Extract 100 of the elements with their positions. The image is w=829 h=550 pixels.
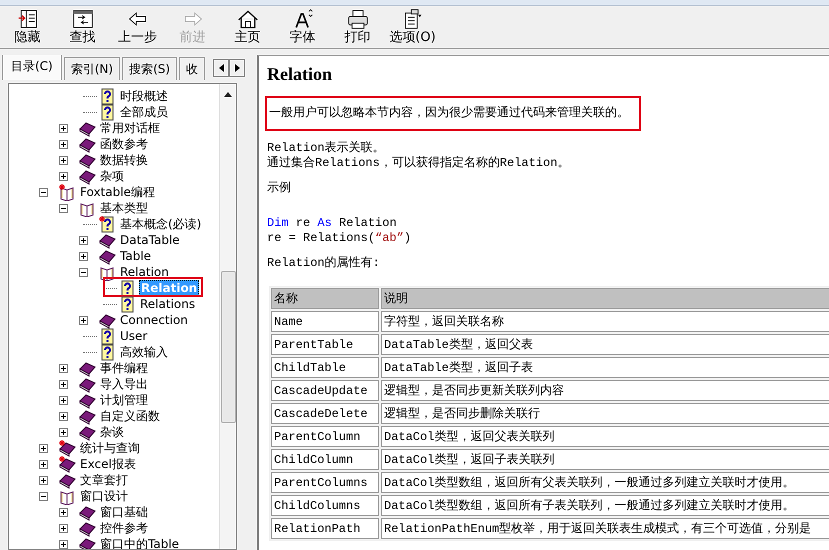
tree-item[interactable]: 事件编程 [99,361,149,375]
scroll-up-icon[interactable] [224,92,232,97]
toolbar-button[interactable]: 主页 [220,6,275,48]
section-heading: Relation的属性有: [267,256,381,271]
expand-icon[interactable] [59,140,68,148]
closed-book-icon [99,248,116,264]
tree-item[interactable]: 统计与查询 [79,441,141,455]
expand-icon[interactable] [59,172,68,180]
expand-icon[interactable] [59,124,68,132]
expand-icon[interactable] [79,236,88,244]
code-line: Dim re As Relation [267,216,398,231]
tree-item[interactable]: Excel报表 [79,457,137,471]
expand-icon[interactable] [59,364,68,372]
tree-item[interactable]: Foxtable编程 [79,185,156,199]
table-cell: ChildColumns [271,495,379,516]
tree-item[interactable]: 文章套打 [79,473,129,487]
tab-scroll-right-button[interactable] [229,59,245,77]
note-text: 一般用户可以忽略本节内容，因为很少需要通过代码来管理关联的。 [265,96,641,131]
closed-book-icon [79,424,96,440]
closed-book-icon [79,408,96,424]
help-page-icon [99,88,116,104]
tree-item[interactable]: 常用对话框 [99,121,161,135]
code-line: re = Relations(“ab”) [267,231,412,246]
tab[interactable]: 目录(C) [2,55,62,80]
collapse-icon[interactable] [39,492,48,500]
expand-icon[interactable] [59,412,68,420]
help-page-icon [119,296,136,312]
expand-icon[interactable] [39,476,48,484]
tree-item[interactable]: 控件参考 [99,521,149,535]
help-page-icon [119,280,136,296]
scroll-thumb[interactable] [220,271,236,423]
expand-icon[interactable] [59,428,68,436]
tree-item[interactable]: Connection [119,313,189,327]
tab[interactable]: 收 [179,57,206,80]
closed-book-icon [59,472,76,488]
tree-item[interactable]: 时段概述 [119,89,169,103]
toolbar-button[interactable]: 隐藏 [0,6,55,48]
closed-book-icon [79,504,96,520]
closed-book-icon [99,312,116,328]
tab[interactable]: 索引(N) [64,57,120,80]
table-cell: DataCol类型，返回父表关联列 [381,426,829,447]
expand-icon[interactable] [59,540,68,548]
tree-item[interactable]: Relations [139,297,196,311]
tree-item[interactable]: 高效输入 [119,345,169,359]
table-cell: ParentColumns [271,472,379,493]
right-triangle-icon [234,64,240,72]
closed-book-icon [99,232,116,248]
expand-icon[interactable] [39,460,48,468]
tree-item[interactable]: 函数参考 [99,137,149,151]
tree-item[interactable]: DataTable [119,233,181,247]
closed-book-icon [79,136,96,152]
table-cell: RelationPath [271,518,379,539]
table-cell: DataTable类型，返回子表 [381,357,829,378]
toolbar-button[interactable]: 上一步 [110,6,165,48]
table-cell: DataCol类型数组，返回所有子表关联列，一般通过多列建立关联时才使用。 [381,495,829,516]
tree-item[interactable]: User [119,329,148,343]
tree-item[interactable]: 全部成员 [119,105,169,119]
collapse-icon[interactable] [39,188,48,196]
closed-book-icon [79,168,96,184]
table-cell: ChildTable [271,357,379,378]
expand-icon[interactable] [59,396,68,404]
tree-item[interactable]: 窗口基础 [99,505,149,519]
toolbar-button[interactable]: 字体 [275,6,330,48]
table-cell: DataTable类型，返回父表 [381,334,829,355]
toolbar-button[interactable]: 查找 [55,6,110,48]
expand-icon[interactable] [59,508,68,516]
tree-item[interactable]: 导入导出 [99,377,149,391]
tree-item[interactable]: 窗口设计 [79,489,129,503]
tab[interactable]: 搜索(S) [122,57,178,80]
expand-icon[interactable] [59,156,68,164]
help-page-icon [99,104,116,120]
paragraph-text: Relation表示关联。 [267,141,386,156]
table-cell: 逻辑型，是否同步删除关联行 [381,403,829,424]
topic-title: Relation [267,64,333,86]
tree-item[interactable]: 杂谈 [99,425,125,439]
scrollbar[interactable] [219,84,236,549]
expand-icon[interactable] [59,524,68,532]
table-cell: CascadeDelete [271,403,379,424]
tree-item[interactable]: 数据转换 [99,153,149,167]
tab-scroll-left-button[interactable] [213,59,229,77]
column-header: 名称 [271,288,379,309]
closed-book-icon [79,120,96,136]
collapse-icon[interactable] [59,204,68,212]
tree-item[interactable]: 基本概念(必读) [119,217,202,231]
collapse-icon[interactable] [79,268,88,276]
tree-item[interactable]: Table [119,249,152,263]
tree-item[interactable]: 基本类型 [99,201,149,215]
tree-item[interactable]: 计划管理 [99,393,149,407]
section-heading: 示例 [267,181,292,196]
table-cell: CascadeUpdate [271,380,379,401]
expand-icon[interactable] [79,316,88,324]
toolbar-button[interactable]: 打印 [330,6,385,48]
expand-icon[interactable] [79,252,88,260]
tree-item[interactable]: 杂项 [99,169,125,183]
tree-item[interactable]: 自定义函数 [99,409,161,423]
expand-icon[interactable] [59,380,68,388]
left-triangle-icon [218,64,224,72]
toolbar-button[interactable]: 选项(O) [385,6,440,48]
expand-icon[interactable] [39,444,48,452]
tree-item[interactable]: Relation [119,265,170,279]
